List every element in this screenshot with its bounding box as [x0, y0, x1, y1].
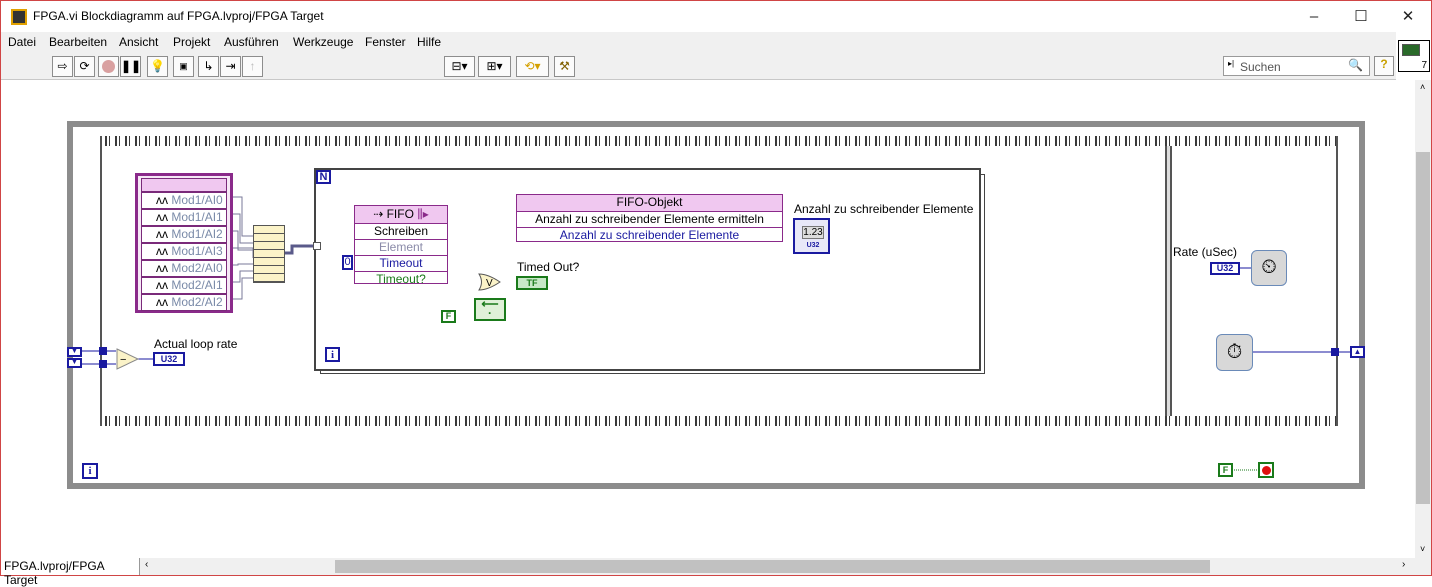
- build-array-icon[interactable]: [253, 225, 285, 283]
- count-indicator-value: 1.23: [802, 226, 824, 239]
- loop-count-terminal[interactable]: N: [316, 170, 331, 184]
- timed-out-indicator[interactable]: TF: [516, 276, 548, 290]
- io-item: ʌʌ Mod2/AI0: [141, 260, 227, 277]
- fifo-object-output[interactable]: Anzahl zu schreibender Elemente: [517, 227, 782, 243]
- tick-count-stopwatch-icon[interactable]: ⏱: [1216, 334, 1253, 371]
- stop-false-constant[interactable]: F: [1218, 463, 1233, 477]
- rate-control[interactable]: U32: [1210, 262, 1240, 275]
- io-item-label: Mod1/AI2: [171, 227, 223, 241]
- waveform-icon: ʌʌ: [156, 244, 172, 258]
- scroll-left-icon[interactable]: ‹: [145, 559, 148, 570]
- fpga-io-node[interactable]: ʌʌ Mod1/AI0 ʌʌ Mod1/AI1 ʌʌ Mod1/AI2 ʌʌ M…: [135, 173, 233, 313]
- io-item-label: Mod2/AI1: [171, 278, 223, 292]
- loop-iteration-terminal[interactable]: i: [325, 347, 340, 362]
- actual-loop-rate-label: Actual loop rate: [154, 337, 238, 351]
- fifo-object-method: Anzahl zu schreibender Elemente ermittel…: [517, 211, 782, 227]
- sequence-frame-divider: [1165, 146, 1172, 416]
- io-item: ʌʌ Mod2/AI1: [141, 277, 227, 294]
- io-item-label: Mod1/AI0: [171, 193, 223, 207]
- io-item: ʌʌ Mod1/AI1: [141, 209, 227, 226]
- fifo-timeout-output[interactable]: Timeout?: [355, 271, 447, 287]
- rate-label: Rate (uSec): [1173, 245, 1238, 259]
- waveform-icon: ʌʌ: [156, 261, 172, 275]
- fifo-object-node[interactable]: FIFO-Objekt Anzahl zu schreibender Eleme…: [516, 194, 783, 242]
- loop-timer-metronome-icon[interactable]: ⏲: [1251, 250, 1287, 286]
- timeout-constant[interactable]: 0: [342, 255, 353, 270]
- vertical-scroll-thumb[interactable]: [1416, 152, 1430, 504]
- actual-loop-rate-indicator[interactable]: U32: [153, 352, 185, 366]
- timed-out-label: Timed Out?: [517, 260, 580, 274]
- count-indicator[interactable]: 1.23 U32: [793, 218, 830, 254]
- tunnel: [99, 360, 107, 368]
- count-indicator-label: Anzahl zu schreibender Elemente: [794, 202, 974, 216]
- arrow-icon: ⇢: [373, 207, 387, 221]
- count-indicator-type: U32: [806, 242, 820, 249]
- io-item-label: Mod1/AI1: [171, 210, 223, 224]
- feedback-node-icon[interactable]: ⟵ ·: [474, 298, 506, 321]
- scroll-right-icon[interactable]: ›: [1402, 559, 1405, 570]
- horizontal-scroll-thumb[interactable]: [335, 560, 1210, 573]
- shift-register-left-1[interactable]: ▼: [67, 347, 82, 357]
- io-item: ʌʌ Mod1/AI2: [141, 226, 227, 243]
- fifo-object-title: FIFO-Objekt: [616, 195, 683, 209]
- fifo-method: Schreiben: [355, 223, 447, 239]
- scroll-up-icon[interactable]: ˄: [1420, 82, 1425, 92]
- auto-index-tunnel: [313, 242, 321, 250]
- horizontal-scrollbar[interactable]: ‹ ›: [140, 558, 1431, 575]
- tunnel: [1331, 348, 1339, 356]
- waveform-icon: ʌʌ: [156, 278, 172, 292]
- io-node-header: [141, 178, 227, 192]
- io-item: ʌʌ Mod1/AI0: [141, 192, 227, 209]
- false-constant[interactable]: F: [441, 310, 456, 323]
- io-item-label: Mod2/AI2: [171, 295, 223, 309]
- while-iteration-terminal[interactable]: i: [82, 463, 98, 479]
- io-item: ʌʌ Mod1/AI3: [141, 243, 227, 260]
- shift-register-left-2[interactable]: ▼: [67, 358, 82, 368]
- vertical-scrollbar[interactable]: ˄ ˅: [1415, 80, 1431, 558]
- subtract-icon[interactable]: −: [116, 348, 140, 370]
- fifo-title: FIFO: [386, 207, 414, 221]
- waveform-icon: ʌʌ: [156, 227, 172, 241]
- or-gate-icon[interactable]: V: [478, 273, 502, 291]
- svg-text:V: V: [486, 278, 493, 289]
- waveform-icon: ʌʌ: [156, 193, 172, 207]
- shift-register-right[interactable]: ▲: [1350, 346, 1365, 358]
- status-context: FPGA.lvproj/FPGA Target: [1, 558, 140, 587]
- scroll-down-icon[interactable]: ˅: [1420, 544, 1425, 554]
- waveform-icon: ʌʌ: [156, 210, 172, 224]
- tunnel: [99, 347, 107, 355]
- fifo-timeout-input[interactable]: Timeout: [355, 255, 447, 271]
- io-item-label: Mod1/AI3: [171, 244, 223, 258]
- io-item-label: Mod2/AI0: [171, 261, 223, 275]
- fifo-icon: ⫼▸: [413, 207, 429, 221]
- stop-condition-terminal[interactable]: [1258, 462, 1274, 478]
- waveform-icon: ʌʌ: [156, 295, 172, 309]
- svg-text:−: −: [120, 354, 126, 366]
- fifo-element-input[interactable]: Element: [355, 239, 447, 255]
- io-item: ʌʌ Mod2/AI2: [141, 294, 227, 311]
- fifo-write-node[interactable]: ⇢ FIFO ⫼▸ Schreiben Element Timeout Time…: [354, 205, 448, 287]
